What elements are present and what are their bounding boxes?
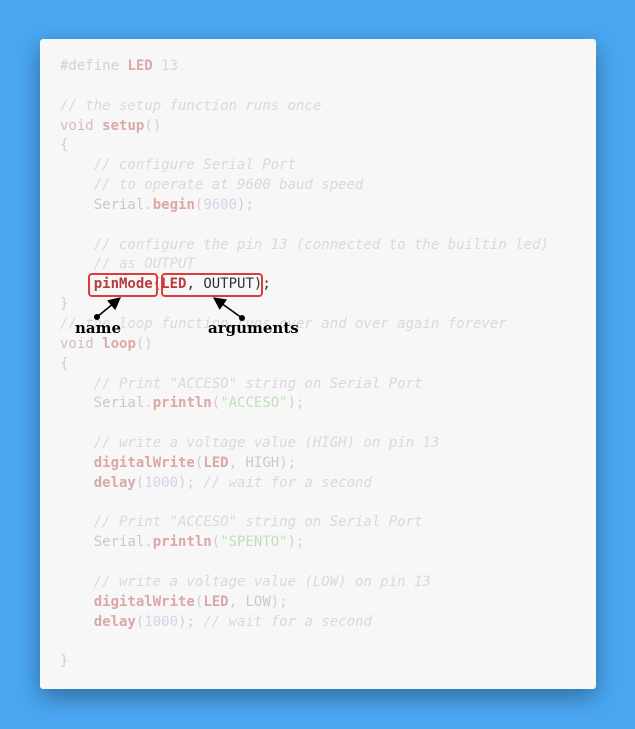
name-label: name bbox=[75, 319, 122, 337]
arguments-label: arguments bbox=[208, 319, 299, 337]
annotation-arrows bbox=[94, 297, 245, 321]
arguments-arrow bbox=[212, 297, 243, 319]
name-arrow bbox=[96, 297, 121, 318]
